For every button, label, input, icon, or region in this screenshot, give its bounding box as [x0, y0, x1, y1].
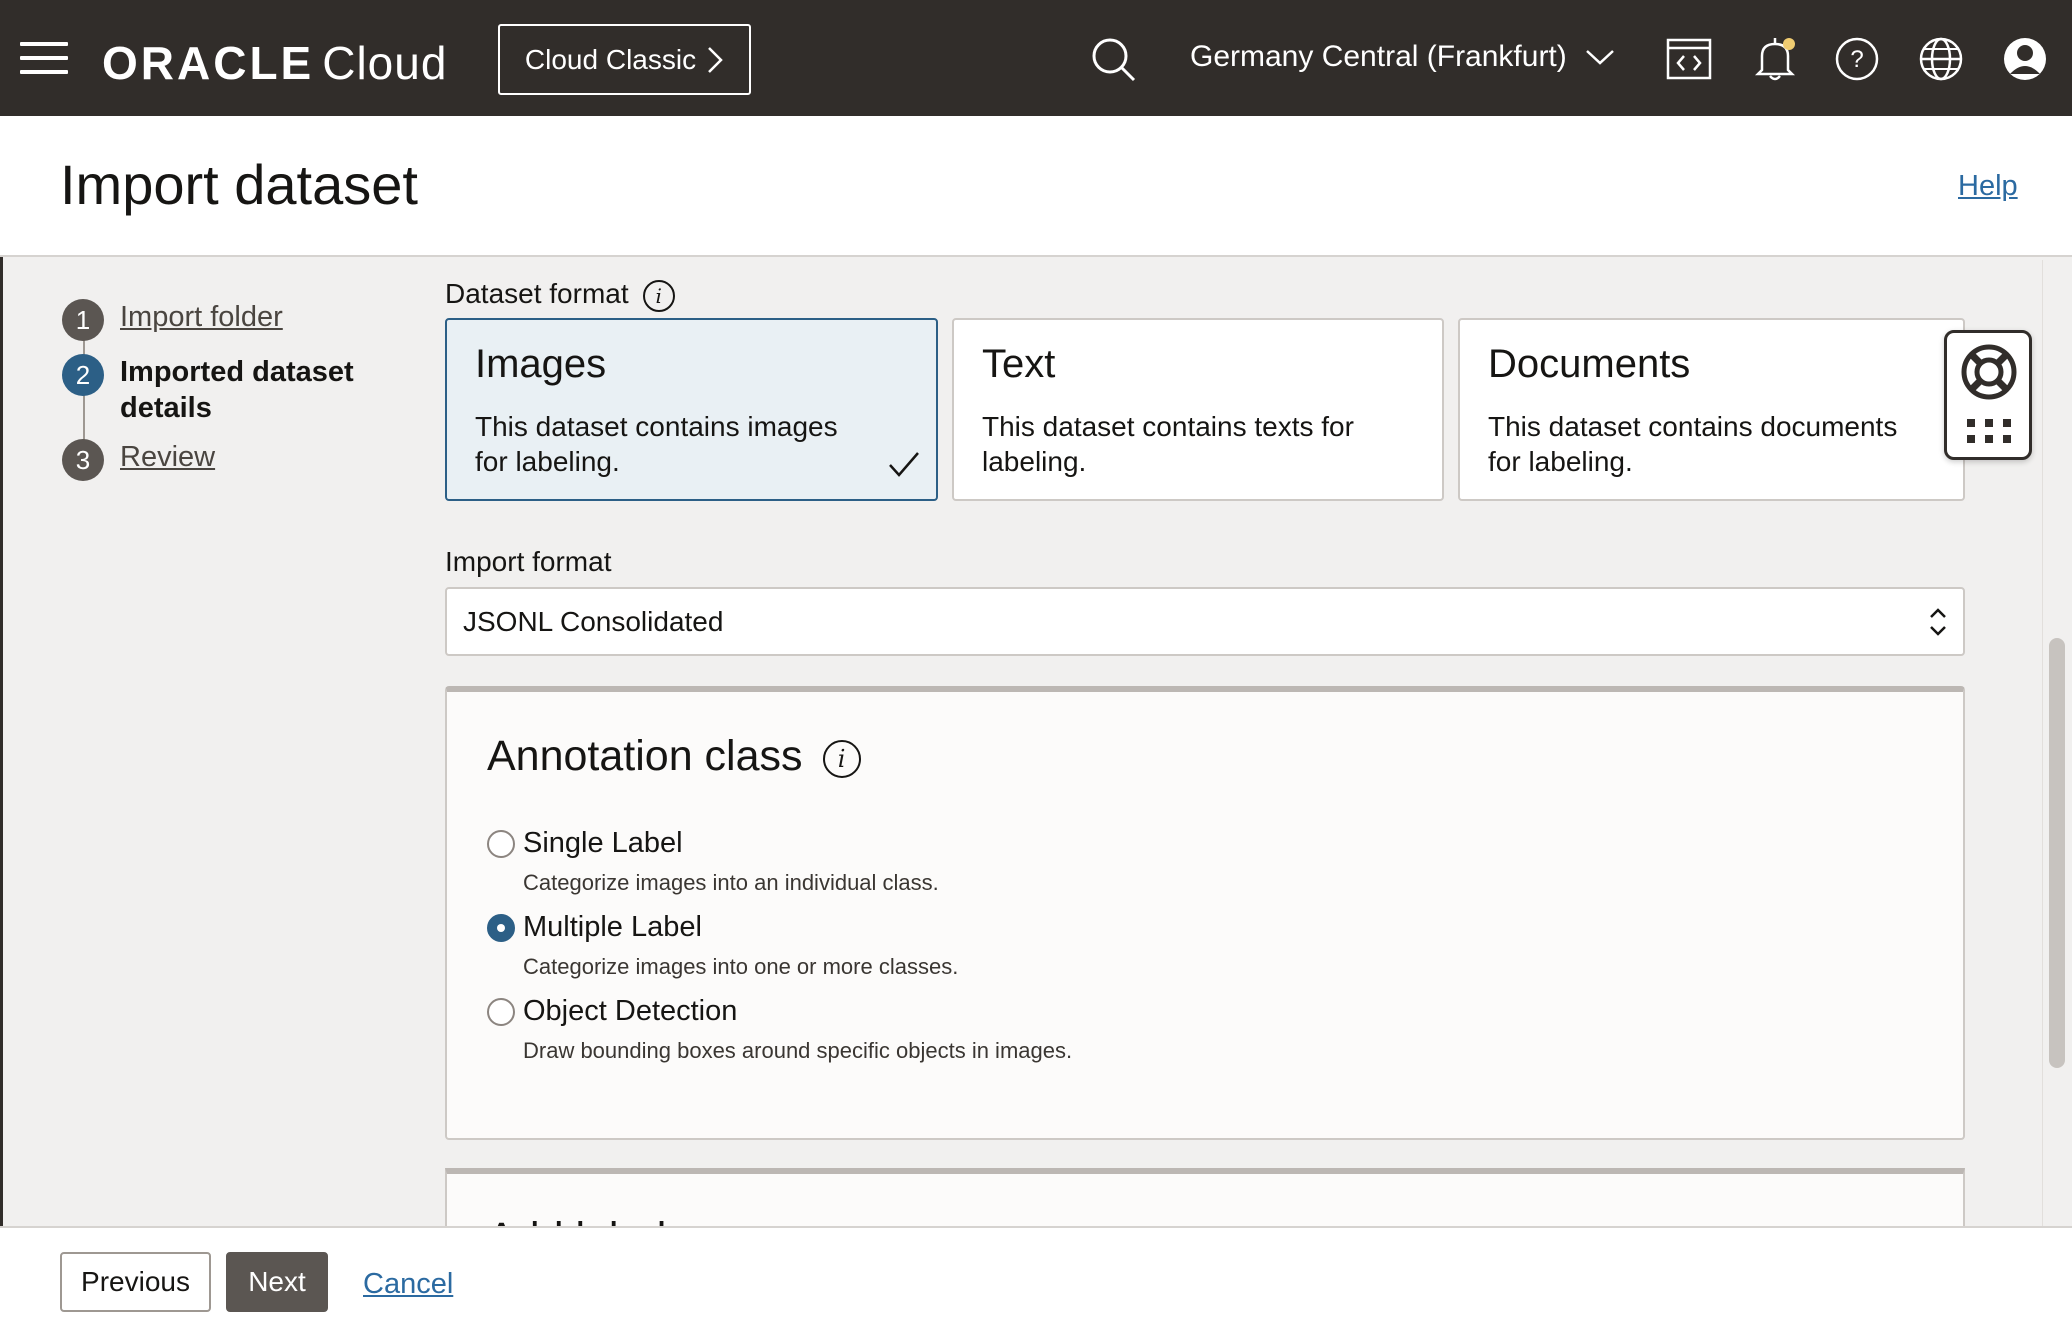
radio-button[interactable] [487, 913, 515, 942]
lifebuoy-icon [1961, 344, 2017, 400]
notifications-bell-icon[interactable] [1752, 36, 1798, 82]
scrollbar-thumb[interactable] [2049, 638, 2065, 1068]
step-number: 1 [62, 299, 104, 341]
page-title: Import dataset [60, 153, 418, 216]
search-icon[interactable] [1090, 36, 1136, 82]
help-link[interactable]: Help [1958, 170, 2018, 203]
info-icon[interactable]: i [642, 279, 675, 312]
radio-multiple-label[interactable]: Multiple Label [487, 911, 702, 944]
top-navigation-bar: ORACLE Cloud Cloud Classic Germany Centra… [0, 0, 2072, 116]
card-title: Documents [1488, 342, 1691, 386]
annotation-class-title: Annotation class i [487, 732, 861, 781]
add-labels-panel: Add labels [445, 1168, 1965, 1228]
radio-single-label[interactable]: Single Label [487, 827, 683, 860]
previous-button[interactable]: Previous [60, 1252, 211, 1312]
card-title: Images [475, 342, 607, 386]
radio-description: Categorize images into an individual cla… [523, 870, 939, 895]
window-left-edge [0, 116, 3, 1332]
annotation-class-text: Annotation class [487, 732, 803, 780]
radio-description: Draw bounding boxes around specific obje… [523, 1038, 1073, 1063]
radio-button[interactable] [487, 829, 515, 858]
step-label[interactable]: Review [120, 439, 215, 475]
step-review[interactable]: 3 Review [62, 439, 215, 481]
step-number: 3 [62, 439, 104, 481]
cancel-link[interactable]: Cancel [363, 1268, 453, 1301]
menu-icon[interactable] [20, 42, 68, 74]
radio-object-detection[interactable]: Object Detection [487, 995, 737, 1028]
step-label[interactable]: Import folder [120, 299, 283, 335]
page-header: Import dataset Help [0, 116, 2072, 257]
dataset-format-card-images[interactable]: Images This dataset contains images for … [445, 318, 938, 501]
checkmark-icon [889, 452, 919, 477]
card-title: Text [982, 342, 1056, 386]
code-editor-icon[interactable] [1666, 36, 1712, 82]
chevron-down-icon [1586, 50, 1614, 65]
cloud-classic-button[interactable]: Cloud Classic [498, 24, 751, 95]
wizard-footer: Previous Next Cancel [0, 1226, 2072, 1332]
next-button[interactable]: Next [226, 1252, 328, 1312]
import-format-select[interactable]: JSONL Consolidated [445, 587, 1965, 656]
select-arrows-icon [1930, 608, 1946, 636]
region-selector[interactable]: Germany Central (Frankfurt) [1190, 40, 1615, 74]
user-profile-icon[interactable] [2002, 36, 2048, 82]
dataset-format-text: Dataset format [445, 278, 629, 309]
step-number: 2 [62, 354, 104, 396]
dataset-format-card-documents[interactable]: Documents This dataset contains document… [1458, 318, 1965, 501]
svg-text:?: ? [1850, 46, 1863, 73]
dataset-format-label: Dataset format i [445, 278, 675, 312]
help-support-widget[interactable] [1944, 330, 2032, 460]
card-description: This dataset contains documents for labe… [1488, 411, 1898, 477]
radio-label: Single Label [523, 827, 683, 859]
page-scrollbar[interactable] [2042, 260, 2072, 1226]
step-imported-dataset-details: 2 Imported dataset details [62, 354, 380, 426]
dataset-format-card-text[interactable]: Text This dataset contains texts for lab… [952, 318, 1444, 501]
logo-oracle-text: ORACLE [102, 37, 315, 89]
step-label: Imported dataset details [120, 356, 354, 424]
radio-label: Multiple Label [523, 911, 702, 943]
annotation-class-panel: Annotation class i Single Label Categoriz… [445, 686, 1965, 1140]
apps-grid-icon [1967, 419, 2011, 443]
radio-label: Object Detection [523, 995, 738, 1027]
region-label: Germany Central (Frankfurt) [1190, 40, 1567, 73]
logo-cloud-text: Cloud [322, 37, 448, 89]
help-question-icon[interactable]: ? [1834, 36, 1880, 82]
card-description: This dataset contains images for labelin… [475, 411, 838, 477]
oracle-cloud-logo[interactable]: ORACLE Cloud [102, 36, 447, 90]
import-format-value: JSONL Consolidated [463, 605, 724, 637]
cloud-classic-label: Cloud Classic [524, 43, 697, 75]
chevron-right-icon [708, 46, 723, 73]
step-import-folder[interactable]: 1 Import folder [62, 299, 283, 341]
info-icon[interactable]: i [822, 739, 861, 778]
card-description: This dataset contains texts for labeling… [982, 411, 1354, 477]
radio-button[interactable] [487, 997, 515, 1026]
radio-description: Categorize images into one or more class… [523, 954, 959, 979]
import-format-label: Import format [445, 546, 612, 577]
language-globe-icon[interactable] [1918, 36, 1964, 82]
